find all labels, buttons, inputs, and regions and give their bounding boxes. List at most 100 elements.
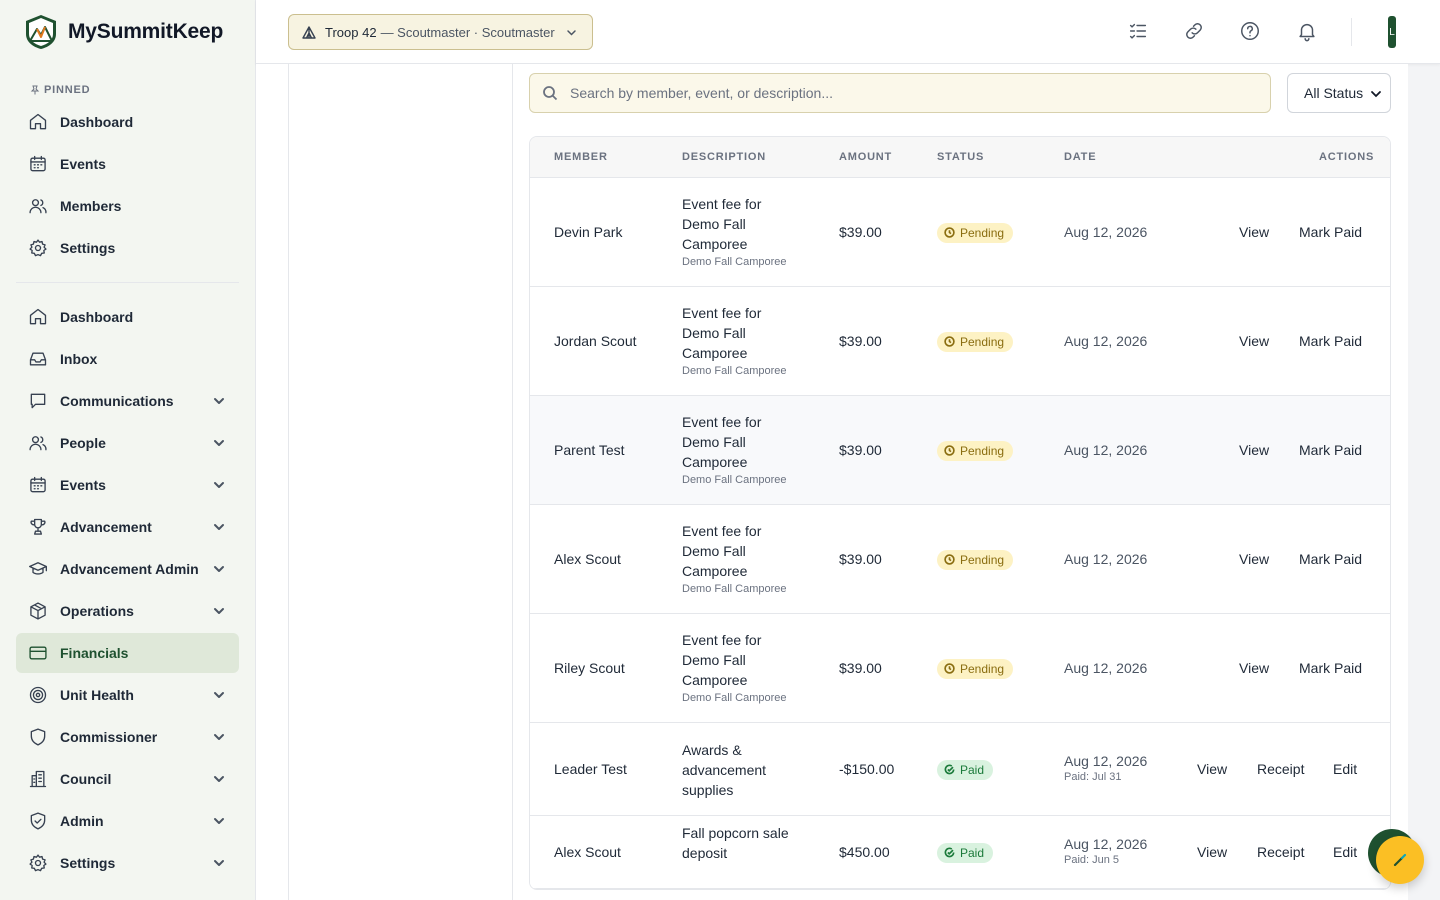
amount: $39.00 [839, 659, 882, 676]
table-row[interactable]: Alex Scout Event fee for Demo Fall Campor… [530, 505, 1390, 614]
receipt-action-button[interactable]: Receipt [1257, 844, 1304, 860]
view-action-button[interactable]: View [1239, 660, 1269, 676]
description-event: Demo Fall Camporee [682, 583, 787, 595]
nav-label: Events [60, 156, 106, 172]
gear-icon [28, 238, 48, 258]
chevron-down-icon [214, 734, 224, 740]
chevron-down-icon [567, 30, 576, 36]
mountain-logo-icon [26, 15, 56, 49]
inbox-icon [28, 349, 48, 369]
amount: $39.00 [839, 332, 882, 349]
pinned-item-events[interactable]: Events [16, 144, 239, 184]
chevron-down-icon [214, 692, 224, 698]
sidebar-item-events[interactable]: Events [16, 465, 239, 505]
edit-action-button[interactable]: Edit [1333, 844, 1357, 860]
description-text: Event fee for Demo Fall Camporee [682, 305, 762, 361]
header-date[interactable]: DATE [1064, 151, 1096, 163]
sidebar-item-settings[interactable]: Settings [16, 843, 239, 883]
chat-icon [28, 391, 48, 411]
view-action-button[interactable]: View [1197, 761, 1227, 777]
member-name: Alex Scout [554, 550, 621, 567]
header-amount[interactable]: AMOUNT [839, 151, 892, 163]
view-action-button[interactable]: View [1239, 442, 1269, 458]
sidebar-item-advancement[interactable]: Advancement [16, 507, 239, 547]
table-row[interactable]: Alex Scout Fall popcorn sale deposit $450.… [530, 816, 1390, 889]
sidebar-item-commissioner[interactable]: Commissioner [16, 717, 239, 757]
bell-icon [1299, 23, 1315, 42]
sidebar-item-council[interactable]: Council [16, 759, 239, 799]
amount: $39.00 [839, 550, 882, 567]
pinned-item-members[interactable]: Members [16, 186, 239, 226]
sidebar-item-inbox[interactable]: Inbox [16, 339, 239, 379]
troop-selector[interactable]: Troop 42 — Scoutmaster · Scoutmaster [288, 14, 593, 50]
table-row[interactable]: Parent Test Event fee for Demo Fall Campo… [530, 396, 1390, 505]
mark-paid-action-button[interactable]: Mark Paid [1299, 224, 1362, 240]
clock-icon [944, 554, 955, 565]
checklist-button[interactable] [1127, 20, 1151, 44]
mark-paid-action-button[interactable]: Mark Paid [1299, 551, 1362, 567]
sidebar-item-dashboard[interactable]: Dashboard [16, 297, 239, 337]
shield-check-icon [28, 811, 48, 831]
description-text: Fall popcorn sale deposit [682, 824, 789, 861]
view-action-button[interactable]: View [1197, 844, 1227, 860]
troop-role: — Scoutmaster · Scoutmaster [380, 24, 555, 40]
brand[interactable]: MySummitKeep [0, 0, 255, 64]
edit-action-button[interactable]: Edit [1333, 761, 1357, 777]
table-row[interactable]: Devin Park Event fee for Demo Fall Campor… [530, 178, 1390, 287]
date-cell: Aug 12, 2026 Paid: Jun 5 [1064, 836, 1147, 866]
pinned-item-dashboard[interactable]: Dashboard [16, 102, 239, 142]
mark-paid-action-button[interactable]: Mark Paid [1299, 333, 1362, 349]
paid-date: Paid: Jul 31 [1064, 770, 1122, 783]
description-event: Demo Fall Camporee [682, 474, 787, 486]
users-icon [28, 433, 48, 453]
sidebar-item-financials[interactable]: Financials [16, 633, 239, 673]
checklist-icon [1129, 23, 1147, 39]
search-box[interactable] [529, 73, 1271, 113]
sidebar-item-admin[interactable]: Admin [16, 801, 239, 841]
mark-paid-action-button[interactable]: Mark Paid [1299, 442, 1362, 458]
member-name: Leader Test [554, 760, 627, 777]
table-row[interactable]: Riley Scout Event fee for Demo Fall Campo… [530, 614, 1390, 723]
clock-icon [944, 336, 955, 347]
table-row[interactable]: Jordan Scout Event fee for Demo Fall Camp… [530, 287, 1390, 396]
sidebar-item-advancement-admin[interactable]: Advancement Admin [16, 549, 239, 589]
link-button[interactable] [1183, 20, 1207, 44]
status-filter-select[interactable]: All Status [1287, 73, 1391, 113]
nav-label: Settings [60, 240, 116, 256]
nav-label: Unit Health [60, 687, 134, 703]
user-avatar[interactable]: L [1388, 16, 1396, 48]
header-actions: ACTIONS [1319, 151, 1375, 163]
pinned-item-settings[interactable]: Settings [16, 228, 239, 268]
sidebar-item-people[interactable]: People [16, 423, 239, 463]
table-row[interactable]: Leader Test Awards & advancement supplies… [530, 723, 1390, 816]
view-action-button[interactable]: View [1239, 551, 1269, 567]
help-button[interactable] [1239, 20, 1263, 44]
mark-paid-action-button[interactable]: Mark Paid [1299, 660, 1362, 676]
status-badge: Paid [937, 842, 994, 863]
description-event: Demo Fall Camporee [682, 256, 787, 268]
sidebar-item-unit-health[interactable]: Unit Health [16, 675, 239, 715]
chevron-down-icon [214, 566, 224, 572]
trophy-icon [28, 517, 48, 537]
notifications-button[interactable] [1296, 20, 1320, 44]
status-filter-value: All Status [1304, 85, 1364, 101]
receipt-action-button[interactable]: Receipt [1257, 761, 1304, 777]
view-action-button[interactable]: View [1239, 333, 1269, 349]
nav-label: Events [60, 477, 106, 493]
topbar: Troop 42 — Scoutmaster · Scoutmaster L [256, 0, 1440, 64]
header-status[interactable]: STATUS [937, 151, 984, 163]
search-input[interactable] [570, 85, 1250, 101]
sidebar-item-operations[interactable]: Operations [16, 591, 239, 631]
users-icon [28, 196, 48, 216]
nav-label: Admin [60, 813, 104, 829]
main-content: All Status MEMBER DESCRIPTION AMOUNT STA… [256, 64, 1408, 900]
header-description[interactable]: DESCRIPTION [682, 151, 766, 163]
header-member[interactable]: MEMBER [554, 151, 608, 163]
table-header: MEMBER DESCRIPTION AMOUNT STATUS DATE AC… [530, 137, 1390, 178]
member-name: Alex Scout [554, 843, 621, 860]
view-action-button[interactable]: View [1239, 224, 1269, 240]
quick-action-button[interactable] [1376, 836, 1424, 884]
chevron-down-icon [214, 440, 224, 446]
description-cell: Fall popcorn sale deposit [682, 823, 792, 863]
sidebar-item-communications[interactable]: Communications [16, 381, 239, 421]
